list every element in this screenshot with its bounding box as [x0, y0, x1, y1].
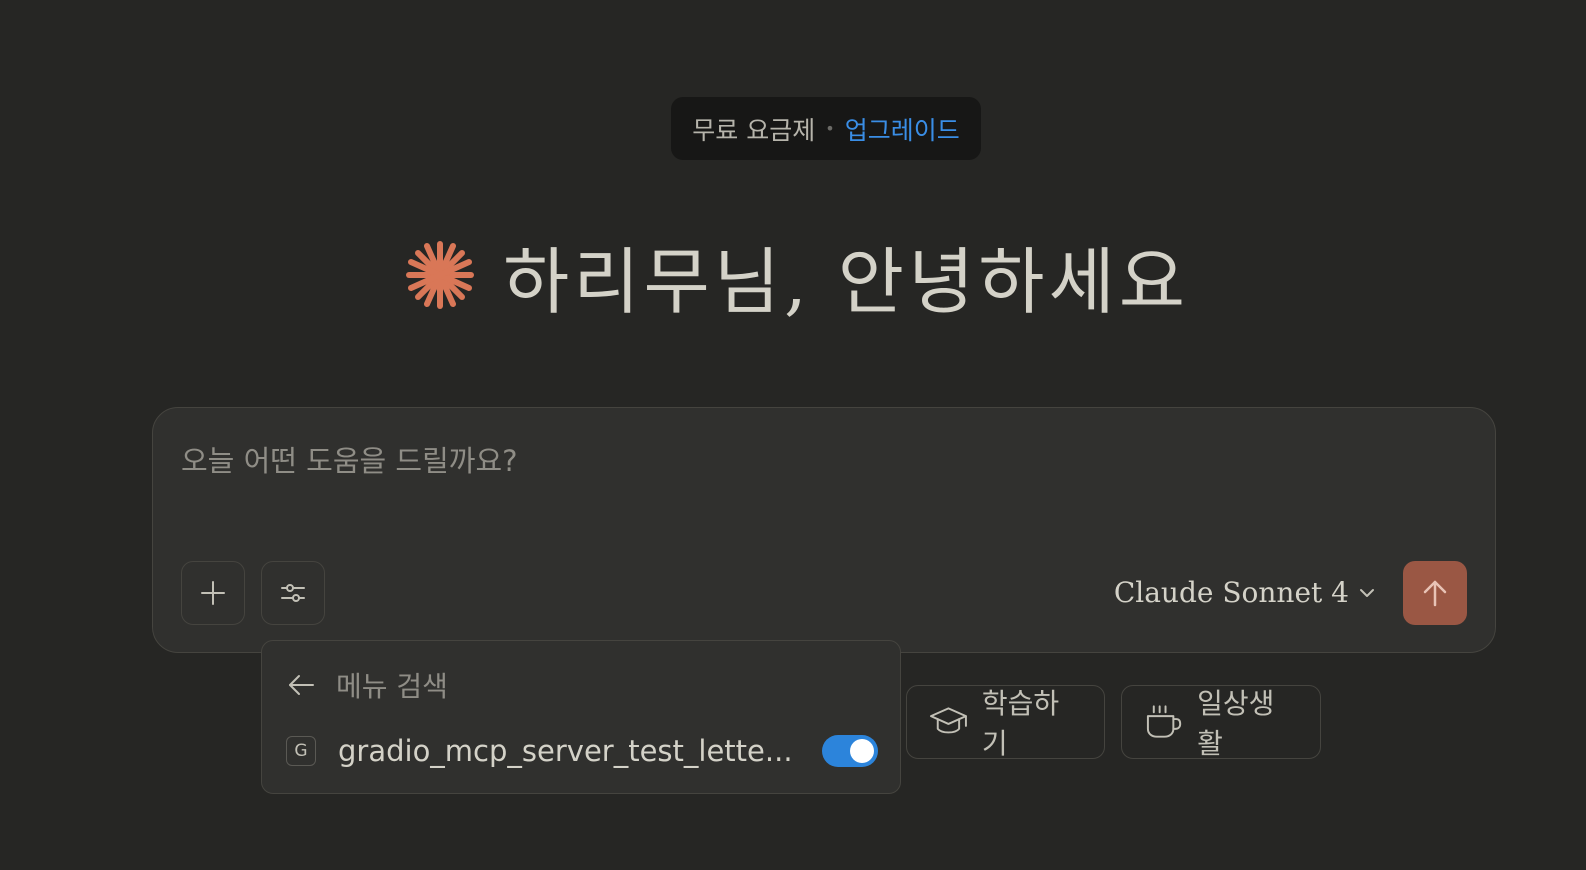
plan-label: 무료 요금제 — [692, 115, 816, 145]
sliders-icon — [281, 584, 305, 602]
menu-item-label: gradio_mcp_server_test_lette... — [338, 734, 793, 768]
send-button[interactable] — [1403, 561, 1467, 625]
message-input-placeholder[interactable]: 오늘 어떤 도움을 드릴까요? — [181, 438, 518, 480]
tools-button[interactable] — [261, 561, 325, 625]
coffee-cup-icon — [1146, 705, 1182, 738]
arrow-left-icon[interactable] — [286, 670, 316, 700]
claude-spark-icon — [406, 241, 474, 309]
arrow-up-icon — [1423, 580, 1447, 607]
chip-learn-label: 학습하기 — [981, 687, 1060, 760]
chip-daily[interactable]: 일상생활 — [1121, 685, 1321, 760]
plan-banner: 무료 요금제 • 업그레이드 — [671, 97, 981, 160]
graduation-cap-icon — [929, 707, 967, 734]
menu-item-gradio[interactable]: G gradio_mcp_server_test_lette... — [286, 729, 878, 773]
model-selector[interactable]: Claude Sonnet 4 — [1114, 576, 1377, 609]
plus-icon — [201, 581, 225, 605]
upgrade-link[interactable]: 업그레이드 — [845, 111, 960, 147]
message-composer[interactable]: 오늘 어떤 도움을 드릴까요? Claude Sonnet 4 — [152, 407, 1496, 653]
greeting: 하리무님, 안녕하세요 — [405, 225, 1189, 325]
menu-search-input[interactable]: 메뉴 검색 — [336, 665, 448, 705]
tools-menu: 메뉴 검색 G gradio_mcp_server_test_lette... — [261, 640, 901, 794]
add-button[interactable] — [181, 561, 245, 625]
toggle-knob — [850, 739, 874, 763]
greeting-title: 하리무님, 안녕하세요 — [503, 239, 1189, 324]
model-label: Claude Sonnet 4 — [1113, 576, 1349, 609]
page: 무료 요금제 • 업그레이드 하리무님, 안녕하세요 오늘 어떤 도움을 드릴까… — [0, 0, 1586, 870]
chip-learn[interactable]: 학습하기 — [906, 685, 1105, 760]
server-toggle[interactable] — [822, 735, 878, 767]
separator-dot: • — [825, 119, 835, 138]
chevron-down-icon — [1360, 588, 1374, 597]
menu-search-row[interactable]: 메뉴 검색 — [286, 663, 448, 707]
chip-daily-label: 일상생활 — [1197, 687, 1275, 760]
server-badge: G — [286, 736, 316, 766]
